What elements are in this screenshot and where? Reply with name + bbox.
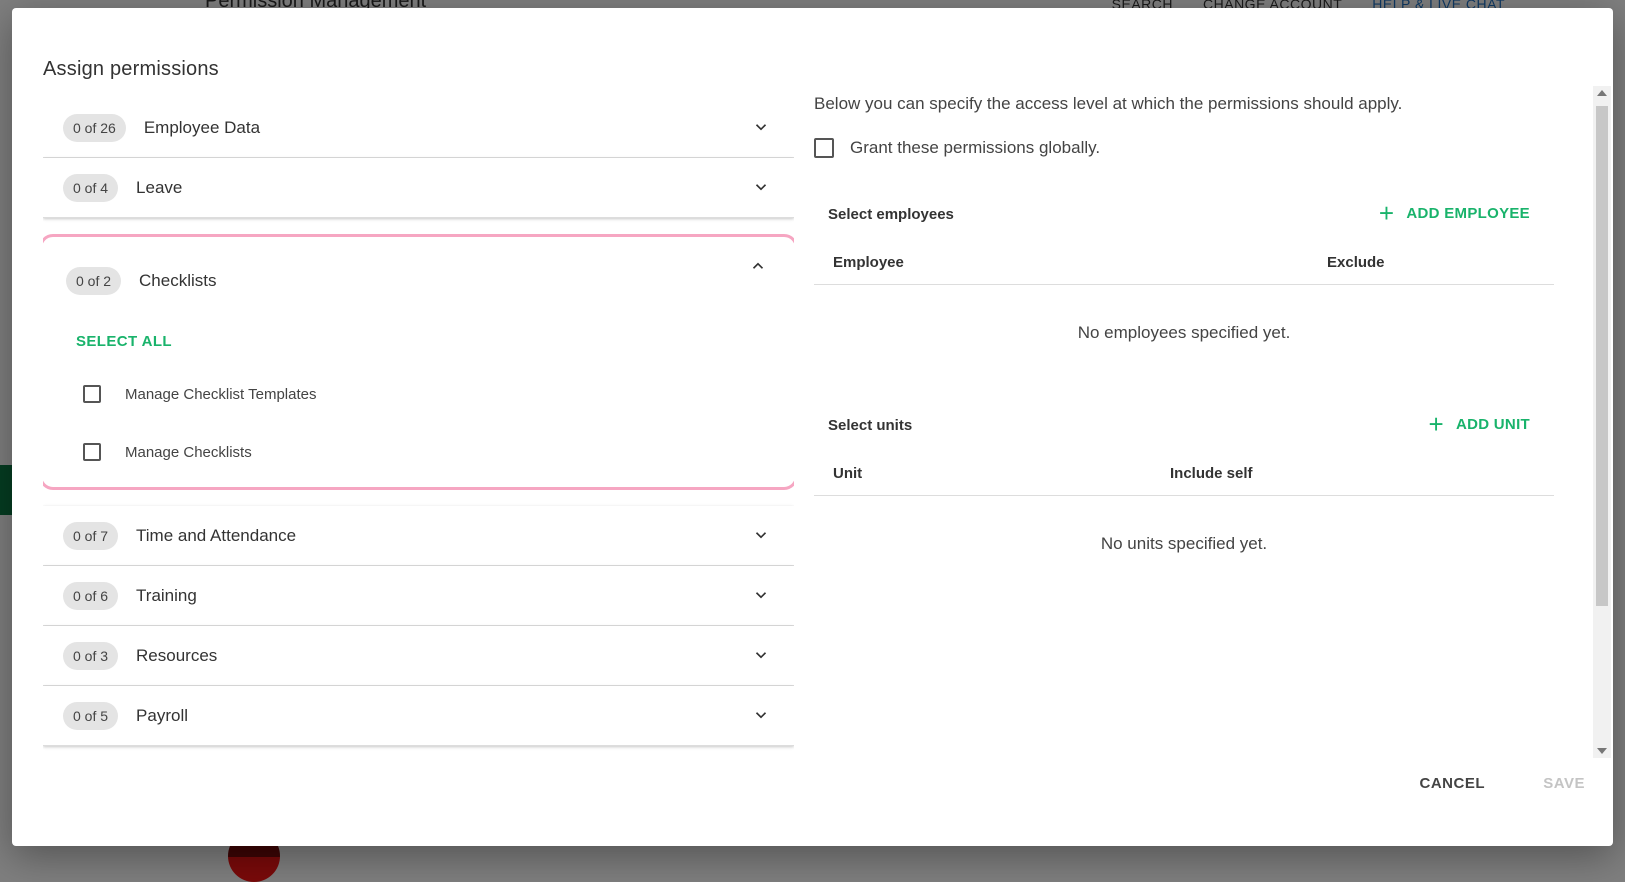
add-unit-label: ADD UNIT: [1455, 415, 1530, 433]
category-panel-resources: 0 of 3 Resources: [43, 626, 794, 686]
column-header-exclude: Exclude: [1327, 254, 1385, 271]
cancel-button[interactable]: CANCEL: [1420, 775, 1486, 792]
category-header-training[interactable]: 0 of 6 Training: [43, 566, 794, 625]
category-panel-checklists: 0 of 2 Checklists SELECT ALL Manage Chec…: [43, 234, 794, 490]
column-header-employee: Employee: [833, 254, 904, 271]
permission-row[interactable]: Manage Checklists: [46, 423, 791, 481]
panel-gap: [43, 490, 794, 506]
scroll-thumb[interactable]: [1596, 106, 1608, 606]
dialog-title: Assign permissions: [43, 58, 219, 80]
category-title: Checklists: [139, 271, 217, 290]
checklist-permission-list: Manage Checklist Templates Manage Checkl…: [46, 365, 791, 487]
add-employee-button[interactable]: + ADD EMPLOYEE: [1379, 200, 1530, 226]
permission-label: Manage Checklists: [125, 443, 252, 461]
panel-gap: [43, 218, 794, 234]
column-header-unit: Unit: [833, 465, 863, 482]
category-panel-payroll: 0 of 5 Payroll: [43, 686, 794, 746]
count-chip: 0 of 5: [63, 701, 119, 730]
permission-label: Manage Checklist Templates: [125, 385, 317, 403]
permission-checkbox[interactable]: [83, 385, 101, 403]
chevron-down-icon[interactable]: [752, 526, 770, 544]
permission-categories: 0 of 26 Employee Data 0 of 4 Leave 0 of …: [43, 98, 794, 784]
count-chip: 0 of 7: [63, 521, 119, 550]
category-title: Resources: [136, 645, 218, 665]
access-level-intro: Below you can specify the access level a…: [814, 94, 1403, 113]
scroll-up-arrow-icon[interactable]: [1597, 90, 1607, 96]
table-divider: [814, 284, 1554, 285]
category-header-resources[interactable]: 0 of 3 Resources: [43, 626, 794, 685]
permission-row[interactable]: Manage Checklist Templates: [46, 365, 791, 423]
category-title: Employee Data: [143, 117, 261, 137]
chevron-down-icon[interactable]: [752, 586, 770, 604]
add-employee-label: ADD EMPLOYEE: [1406, 204, 1530, 222]
category-panel-training: 0 of 6 Training: [43, 566, 794, 626]
category-header-leave[interactable]: 0 of 4 Leave: [43, 158, 794, 217]
grant-globally-row[interactable]: Grant these permissions globally.: [814, 138, 1100, 158]
grant-globally-label: Grant these permissions globally.: [850, 138, 1101, 157]
chevron-down-icon[interactable]: [752, 178, 770, 196]
category-title: Time and Attendance: [136, 525, 297, 545]
count-chip: 0 of 4: [63, 173, 119, 202]
category-header-payroll[interactable]: 0 of 5 Payroll: [43, 686, 794, 745]
category-title: Payroll: [136, 705, 188, 725]
chevron-down-icon[interactable]: [752, 118, 770, 136]
plus-icon: +: [1428, 409, 1444, 439]
permission-checkbox[interactable]: [83, 443, 101, 461]
category-header-employee-data[interactable]: 0 of 26 Employee Data: [43, 98, 794, 157]
add-unit-button[interactable]: + ADD UNIT: [1428, 411, 1530, 437]
select-employees-heading: Select employees: [828, 206, 954, 223]
select-units-heading: Select units: [828, 417, 913, 434]
assign-permissions-dialog: Assign permissions 0 of 26 Employee Data…: [12, 8, 1613, 846]
plus-icon: +: [1378, 198, 1395, 228]
employees-empty-message: No employees specified yet.: [1077, 323, 1291, 342]
column-header-include-self: Include self: [1170, 465, 1253, 482]
category-title: Training: [136, 585, 197, 605]
count-chip: 0 of 26: [63, 113, 126, 142]
table-divider: [814, 495, 1554, 496]
category-panel-time-and-attendance: 0 of 7 Time and Attendance: [43, 506, 794, 566]
count-chip: 0 of 6: [63, 581, 119, 610]
chevron-down-icon[interactable]: [752, 646, 770, 664]
category-title: Leave: [136, 177, 183, 197]
dialog-scrollbar[interactable]: [1593, 86, 1611, 758]
select-all-button[interactable]: SELECT ALL: [76, 333, 172, 350]
count-chip: 0 of 2: [66, 267, 122, 295]
units-empty-message: No units specified yet.: [1100, 534, 1268, 553]
chevron-up-icon[interactable]: [749, 257, 767, 275]
grant-globally-checkbox[interactable]: [814, 138, 834, 158]
scroll-down-arrow-icon[interactable]: [1597, 748, 1607, 754]
category-header-checklists[interactable]: 0 of 2 Checklists: [46, 237, 791, 325]
category-panel-leave: 0 of 4 Leave: [43, 158, 794, 218]
count-chip: 0 of 3: [63, 641, 119, 670]
category-panel-employee-data: 0 of 26 Employee Data: [43, 98, 794, 158]
category-header-time-and-attendance[interactable]: 0 of 7 Time and Attendance: [43, 506, 794, 565]
save-button[interactable]: SAVE: [1543, 775, 1585, 792]
chevron-down-icon[interactable]: [752, 706, 770, 724]
